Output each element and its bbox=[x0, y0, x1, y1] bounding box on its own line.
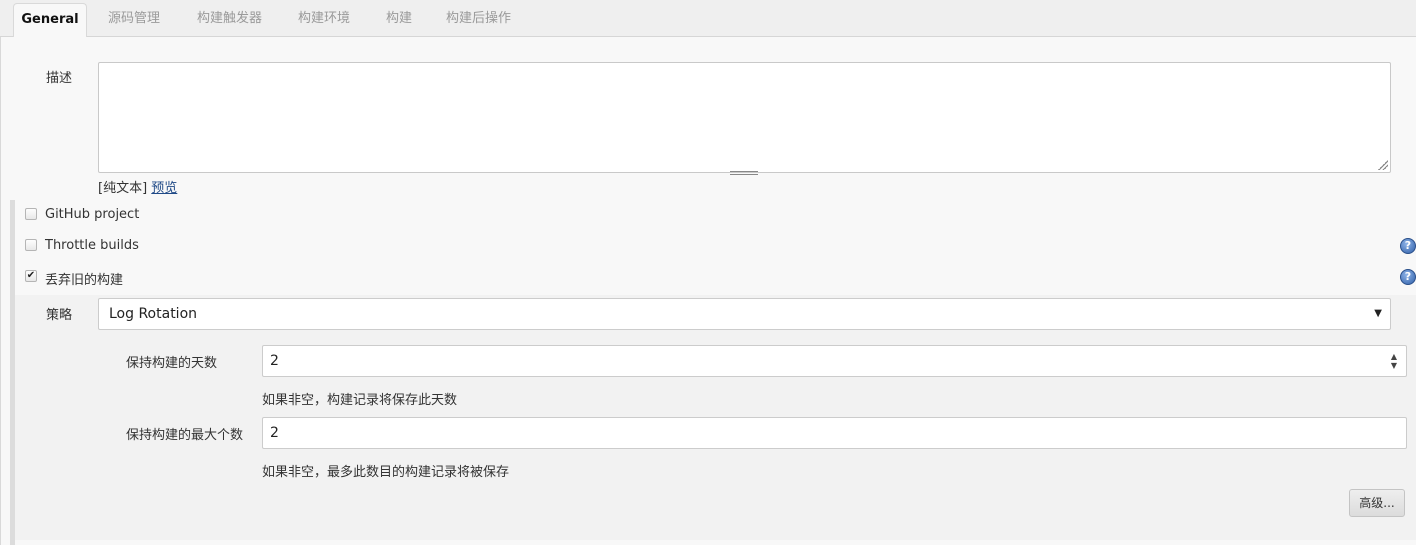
panel-bottom-border bbox=[15, 540, 1416, 545]
dropdown-arrow-icon: ▼ bbox=[1374, 308, 1382, 319]
days-to-keep-hint: 如果非空，构建记录将保存此天数 bbox=[262, 393, 458, 408]
days-to-keep-label: 保持构建的天数 bbox=[126, 356, 218, 371]
tab-build-triggers[interactable]: 构建触发器 bbox=[197, 9, 262, 29]
description-textarea[interactable] bbox=[98, 62, 1391, 173]
plain-text-label: [纯文本] bbox=[98, 181, 148, 196]
github-project-label: GitHub project bbox=[45, 207, 140, 222]
textarea-drag-grip[interactable] bbox=[730, 171, 758, 175]
number-spinner[interactable]: ▲ ▼ bbox=[1391, 352, 1397, 370]
throttle-builds-checkbox[interactable] bbox=[25, 239, 37, 251]
max-builds-value: 2 bbox=[270, 425, 279, 441]
tab-build[interactable]: 构建 bbox=[386, 9, 412, 29]
github-project-checkbox[interactable] bbox=[25, 208, 37, 220]
strategy-value: Log Rotation bbox=[109, 306, 198, 322]
throttle-builds-label: Throttle builds bbox=[45, 238, 139, 253]
help-icon[interactable]: ? bbox=[1400, 269, 1416, 285]
max-builds-input[interactable]: 2 bbox=[262, 417, 1407, 449]
strategy-label: 策略 bbox=[46, 308, 73, 323]
strategy-select[interactable]: Log Rotation ▼ bbox=[98, 298, 1391, 330]
spinner-down-icon[interactable]: ▼ bbox=[1391, 361, 1397, 370]
days-to-keep-input[interactable]: 2 ▲ ▼ bbox=[262, 345, 1407, 377]
preview-link[interactable]: 预览 bbox=[151, 181, 177, 196]
advanced-button[interactable]: 高级... bbox=[1349, 489, 1405, 517]
description-label: 描述 bbox=[46, 71, 73, 86]
tab-source-code-management[interactable]: 源码管理 bbox=[108, 9, 160, 29]
help-icon[interactable]: ? bbox=[1400, 238, 1416, 254]
description-format: [纯文本] 预览 bbox=[98, 177, 177, 196]
max-builds-label: 保持构建的最大个数 bbox=[126, 428, 244, 443]
tab-build-environment[interactable]: 构建环境 bbox=[298, 9, 350, 29]
tab-post-build-actions[interactable]: 构建后操作 bbox=[446, 9, 511, 29]
textarea-resize-handle[interactable] bbox=[1378, 160, 1388, 170]
checkmark-icon: ✔ bbox=[26, 270, 36, 281]
days-to-keep-value: 2 bbox=[270, 353, 279, 369]
max-builds-hint: 如果非空，最多此数目的构建记录将被保存 bbox=[262, 465, 510, 480]
tab-general[interactable]: General bbox=[13, 3, 87, 38]
discard-old-builds-checkbox[interactable]: ✔ bbox=[25, 270, 37, 282]
discard-old-builds-label: 丢弃旧的构建 bbox=[45, 273, 124, 288]
spinner-up-icon[interactable]: ▲ bbox=[1391, 352, 1397, 361]
tab-bar: General 源码管理 构建触发器 构建环境 构建 构建后操作 bbox=[0, 0, 1416, 38]
